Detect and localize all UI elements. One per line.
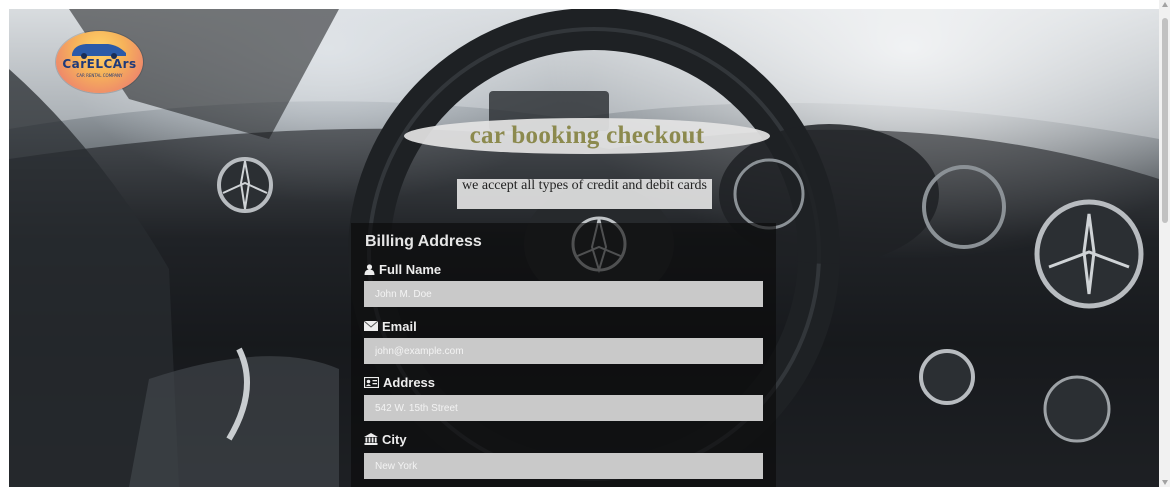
- full-name-input[interactable]: [364, 281, 763, 307]
- brand-logo[interactable]: CarELCArs CAR RENTAL COMPANY: [56, 31, 143, 93]
- brand-logo-text: CarELCArs: [62, 57, 137, 71]
- email-input[interactable]: [364, 338, 763, 364]
- scroll-down-arrow-icon[interactable]: [1162, 480, 1168, 485]
- email-label-text: Email: [382, 318, 417, 334]
- full-name-label-text: Full Name: [379, 261, 442, 277]
- envelope-icon: [364, 321, 378, 331]
- billing-address-form: Billing Address Full Name Email Address: [351, 223, 776, 487]
- city-label: City: [364, 431, 407, 447]
- card-acceptance-note: we accept all types of credit and debit …: [457, 179, 712, 209]
- page-title-banner: car booking checkout: [404, 118, 770, 154]
- city-input[interactable]: [364, 453, 763, 479]
- institution-icon: [364, 433, 378, 445]
- address-label-text: Address: [383, 374, 436, 390]
- address-label: Address: [364, 374, 435, 390]
- address-input[interactable]: [364, 395, 763, 421]
- email-label: Email: [364, 318, 417, 334]
- brand-logo-subtext: CAR RENTAL COMPANY: [76, 73, 123, 78]
- scrollbar-thumb[interactable]: [1162, 18, 1168, 223]
- user-icon: [364, 263, 375, 275]
- city-label-text: City: [382, 431, 407, 447]
- full-name-label: Full Name: [364, 261, 441, 277]
- checkout-page: CarELCArs CAR RENTAL COMPANY car booking…: [0, 0, 1170, 487]
- page-title: car booking checkout: [469, 122, 705, 149]
- address-card-icon: [364, 376, 379, 388]
- car-icon: [72, 44, 126, 59]
- billing-heading: Billing Address: [365, 233, 482, 250]
- page-scrollbar[interactable]: [1159, 0, 1170, 487]
- scroll-up-arrow-icon[interactable]: [1162, 2, 1168, 7]
